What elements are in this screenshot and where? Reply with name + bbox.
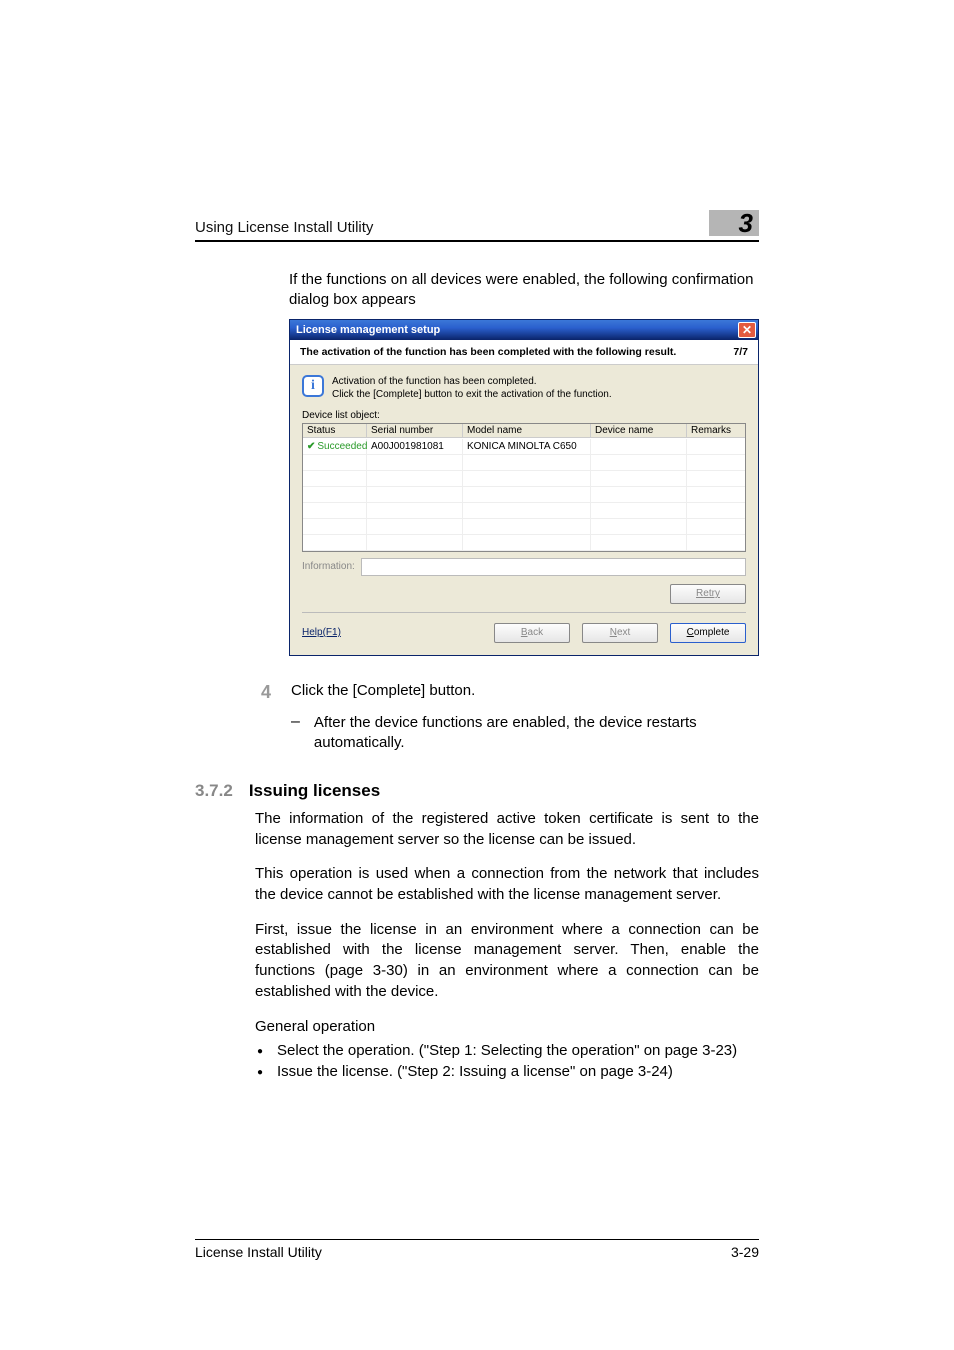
check-icon: ✔ (307, 441, 315, 452)
info-message: Activation of the function has been comp… (332, 375, 612, 402)
step-indicator: 7/7 (733, 346, 748, 358)
retry-button: Retry (670, 584, 746, 604)
license-setup-dialog: License management setup ✕ The activatio… (289, 319, 759, 656)
chapter-number-box: 3 (709, 210, 759, 236)
col-model: Model name (463, 424, 591, 438)
col-status: Status (303, 424, 367, 438)
section-p2: This operation is used when a connection… (255, 864, 759, 905)
intro-paragraph: If the functions on all devices were ena… (289, 270, 759, 311)
back-button: Back (494, 623, 570, 643)
col-remarks: Remarks (687, 424, 745, 438)
dialog-divider (302, 612, 746, 613)
footer-page-number: 3-29 (731, 1244, 759, 1260)
table-row[interactable]: ✔ Succeeded A00J001981081 KONICA MINOLTA… (303, 439, 745, 455)
device-list-label: Device list object: (290, 404, 758, 423)
help-link[interactable]: Help(F1) (302, 627, 341, 638)
col-serial: Serial number (367, 424, 463, 438)
back-label: Back (521, 627, 543, 638)
section-number: 3.7.2 (195, 781, 233, 801)
cell-model: KONICA MINOLTA C650 (463, 439, 591, 454)
section-p1: The information of the registered active… (255, 809, 759, 850)
next-button: Next (582, 623, 658, 643)
cell-remarks (687, 439, 745, 454)
step-number-4: 4 (257, 682, 271, 703)
info-icon: i (302, 375, 324, 397)
status-text: Succeeded (317, 441, 367, 452)
col-device: Device name (591, 424, 687, 438)
cell-status: ✔ Succeeded (303, 439, 367, 454)
info-line-2: Click the [Complete] button to exit the … (332, 388, 612, 402)
step-4-sub-text: After the device functions are enabled, … (314, 713, 759, 754)
dialog-title: License management setup (296, 324, 440, 336)
dialog-subheader: The activation of the function has been … (290, 340, 758, 365)
completed-text: The activation of the function has been … (300, 346, 676, 358)
footer-left: License Install Utility (195, 1244, 322, 1260)
section-p3: First, issue the license in an environme… (255, 920, 759, 1003)
information-label: Information: (302, 561, 355, 572)
header-rule (195, 240, 759, 242)
footer-rule (195, 1239, 759, 1240)
dash-bullet: – (291, 713, 300, 754)
table-header-row: Status Serial number Model name Device n… (303, 424, 745, 439)
retry-label: Retry (696, 588, 720, 599)
bullet-1: Select the operation. ("Step 1: Selectin… (255, 1041, 759, 1062)
complete-label: Complete (687, 627, 730, 638)
device-table: Status Serial number Model name Device n… (302, 423, 746, 552)
dialog-titlebar: License management setup ✕ (290, 320, 758, 340)
information-field (361, 558, 746, 576)
cell-serial: A00J001981081 (367, 439, 463, 454)
cell-device (591, 439, 687, 454)
section-title: Issuing licenses (249, 781, 380, 801)
bullet-2: Issue the license. ("Step 2: Issuing a l… (255, 1062, 759, 1083)
running-header: Using License Install Utility (195, 219, 373, 236)
close-icon[interactable]: ✕ (738, 322, 756, 338)
complete-button[interactable]: Complete (670, 623, 746, 643)
step-4-text: Click the [Complete] button. (291, 682, 759, 703)
general-operation-label: General operation (255, 1017, 759, 1038)
info-line-1: Activation of the function has been comp… (332, 375, 612, 389)
next-label: Next (610, 627, 631, 638)
chapter-number: 3 (739, 208, 753, 239)
